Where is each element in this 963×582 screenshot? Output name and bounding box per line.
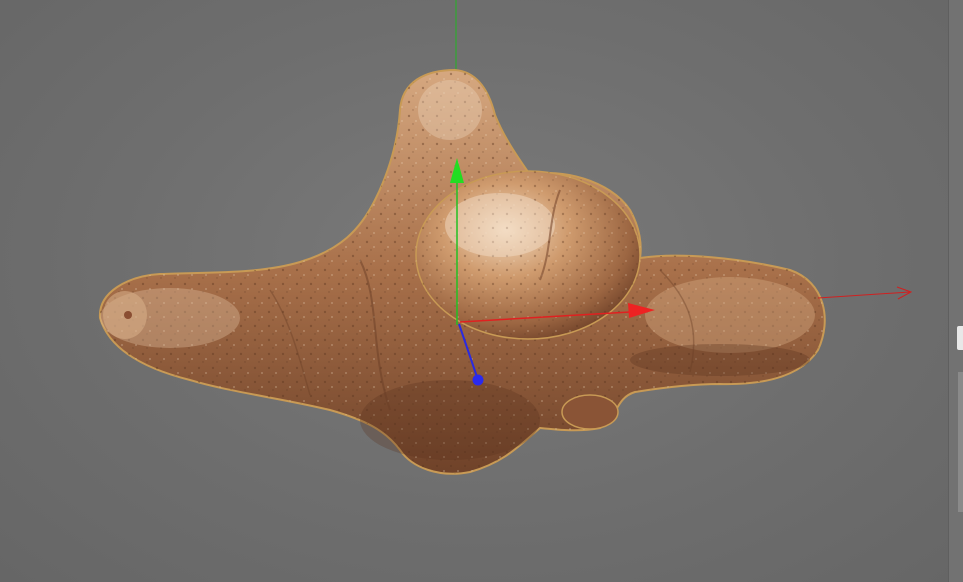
z-axis-handle-icon[interactable] bbox=[472, 374, 484, 386]
lower-nub bbox=[561, 394, 619, 430]
panel-tab-icon[interactable] bbox=[957, 326, 963, 350]
selected-mesh-object[interactable] bbox=[98, 68, 826, 475]
right-arm-shadow bbox=[630, 344, 810, 376]
x-axis-extension bbox=[817, 291, 911, 299]
left-arm-spot bbox=[124, 311, 132, 319]
mesh-dome-highlight bbox=[445, 193, 555, 257]
viewport-scene[interactable] bbox=[0, 0, 963, 582]
3d-viewport[interactable] bbox=[0, 0, 963, 582]
panel-scrollbar[interactable] bbox=[958, 372, 963, 512]
top-horn-highlight bbox=[418, 80, 482, 140]
right-arm-highlight bbox=[645, 277, 815, 353]
lower-body-shadow bbox=[360, 380, 540, 460]
